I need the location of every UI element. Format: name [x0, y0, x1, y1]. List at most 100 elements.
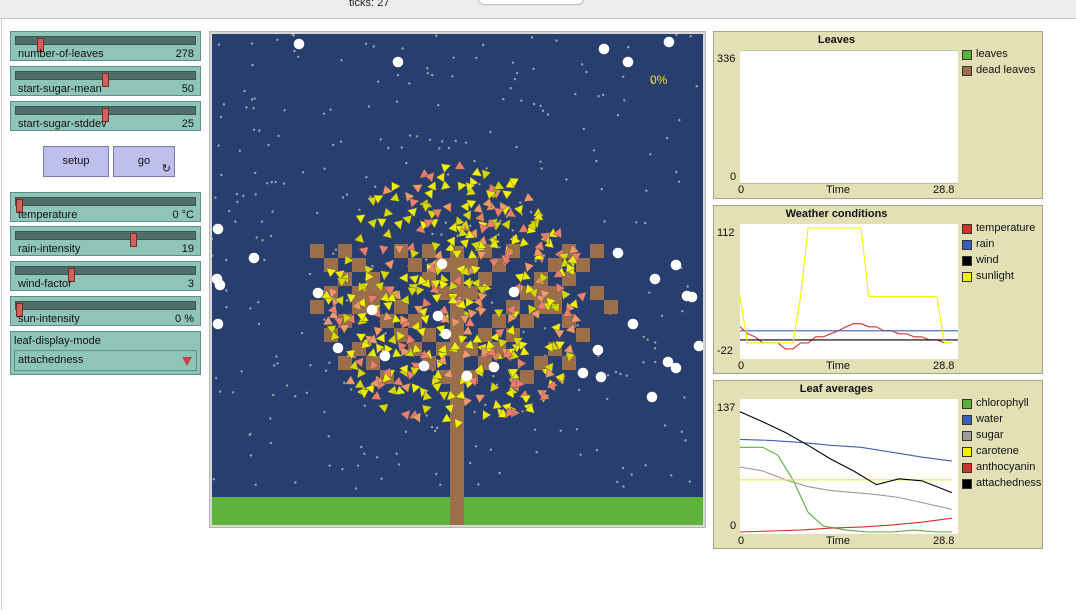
plot-leaves: Leaves 336 0 0 Time 28.8 leaves dead lea…: [713, 31, 1043, 199]
raindrop: [240, 370, 243, 373]
slider-knob[interactable]: [102, 73, 109, 87]
raindrop: [635, 221, 638, 224]
raindrop: [515, 145, 518, 149]
raindrop: [214, 376, 218, 380]
slider-label: start-sugar-mean: [18, 83, 102, 95]
raindrop-ball: [598, 43, 610, 55]
raindrop: [341, 468, 344, 471]
raindrop: [365, 176, 368, 179]
raindrop: [642, 335, 645, 339]
raindrop: [630, 473, 633, 476]
plot-xmin: 0: [738, 535, 745, 547]
raindrop: [489, 130, 492, 134]
raindrop-ball: [670, 259, 682, 271]
slider-temperature[interactable]: temperature 0 °C: [10, 192, 201, 222]
raindrop: [292, 34, 295, 37]
raindrop: [260, 220, 264, 223]
slider-track[interactable]: [15, 36, 196, 52]
raindrop: [520, 99, 523, 102]
raindrop: [670, 474, 673, 477]
slider-number-of-leaves[interactable]: number-of-leaves 278: [10, 31, 201, 61]
world-view[interactable]: 0%: [212, 34, 703, 525]
raindrop-ball: [212, 318, 224, 330]
raindrop: [577, 388, 581, 392]
raindrop: [644, 464, 647, 467]
raindrop: [426, 67, 429, 70]
raindrop: [688, 480, 691, 483]
slider-track[interactable]: [15, 71, 196, 87]
raindrop: [408, 82, 411, 85]
raindrop-ball: [366, 304, 378, 316]
raindrop: [251, 63, 254, 67]
slider-rain-intensity[interactable]: rain-intensity 19: [10, 226, 201, 256]
raindrop: [469, 461, 472, 465]
setup-button[interactable]: setup: [43, 146, 109, 177]
legend-label: dead leaves: [976, 64, 1036, 76]
sun-intensity-label: 0%: [650, 73, 668, 87]
plot-svg: [739, 227, 958, 350]
raindrop: [530, 36, 534, 39]
leaf-display-mode-chooser[interactable]: leaf-display-mode attachedness: [10, 331, 201, 375]
raindrop: [323, 410, 326, 414]
toolbar: ticks: 27: [0, 0, 1076, 19]
raindrop: [340, 59, 343, 62]
raindrop: [600, 188, 603, 191]
raindrop: [285, 384, 289, 387]
branch-block: [590, 244, 604, 258]
raindrop: [492, 374, 495, 378]
raindrop: [645, 189, 648, 192]
raindrop-ball: [508, 286, 520, 298]
raindrop: [436, 426, 439, 430]
raindrop: [225, 289, 228, 292]
raindrop: [675, 170, 678, 174]
raindrop: [497, 233, 500, 236]
raindrop: [681, 310, 684, 313]
slider-track[interactable]: [15, 266, 196, 282]
dropdown-arrow-icon[interactable]: [182, 357, 192, 366]
legend-swatch: [962, 479, 972, 489]
raindrop: [271, 210, 274, 213]
raindrop: [380, 477, 383, 480]
legend-label: attachedness: [976, 477, 1042, 489]
plot-xmax: 28.8: [933, 360, 955, 372]
chooser-select[interactable]: attachedness: [14, 350, 197, 371]
ticks-counter: ticks: 27: [349, 0, 390, 9]
raindrop: [452, 56, 455, 59]
slider-wind-factor[interactable]: wind-factor 3: [10, 261, 201, 291]
slider-value: 50: [181, 83, 194, 95]
series-line-chlorophyll: [740, 446, 952, 533]
raindrop: [322, 112, 326, 116]
slider-track[interactable]: [15, 197, 196, 213]
raindrop: [431, 73, 434, 77]
slider-start-sugar-stddev[interactable]: start-sugar-stddev 25: [10, 101, 201, 131]
go-button-label: go: [137, 155, 151, 167]
raindrop-ball: [663, 36, 675, 48]
slider-track[interactable]: [15, 301, 196, 317]
raindrop: [372, 45, 375, 48]
slider-knob[interactable]: [129, 233, 137, 247]
raindrop: [323, 318, 326, 321]
slider-start-sugar-mean[interactable]: start-sugar-mean 50: [10, 66, 201, 96]
raindrop-ball: [392, 56, 404, 68]
raindrop: [265, 182, 269, 185]
raindrop: [541, 109, 545, 112]
raindrop: [660, 314, 664, 317]
raindrop-ball: [214, 279, 226, 291]
raindrop: [212, 478, 215, 481]
raindrop: [438, 147, 441, 150]
raindrop-ball: [418, 360, 430, 372]
raindrop: [261, 239, 264, 242]
raindrop: [511, 61, 515, 64]
slider-track[interactable]: [15, 106, 196, 122]
raindrop: [595, 449, 599, 452]
go-button[interactable]: go ↻: [113, 146, 175, 177]
speed-slider[interactable]: [478, 0, 584, 5]
slider-sun-intensity[interactable]: sun-intensity 0 %: [10, 296, 201, 326]
branch-block: [604, 300, 618, 314]
raindrop: [231, 391, 235, 394]
raindrop: [680, 430, 683, 433]
raindrop: [363, 452, 366, 455]
raindrop: [272, 393, 275, 397]
raindrop: [387, 146, 390, 150]
slider-track[interactable]: [15, 231, 196, 247]
